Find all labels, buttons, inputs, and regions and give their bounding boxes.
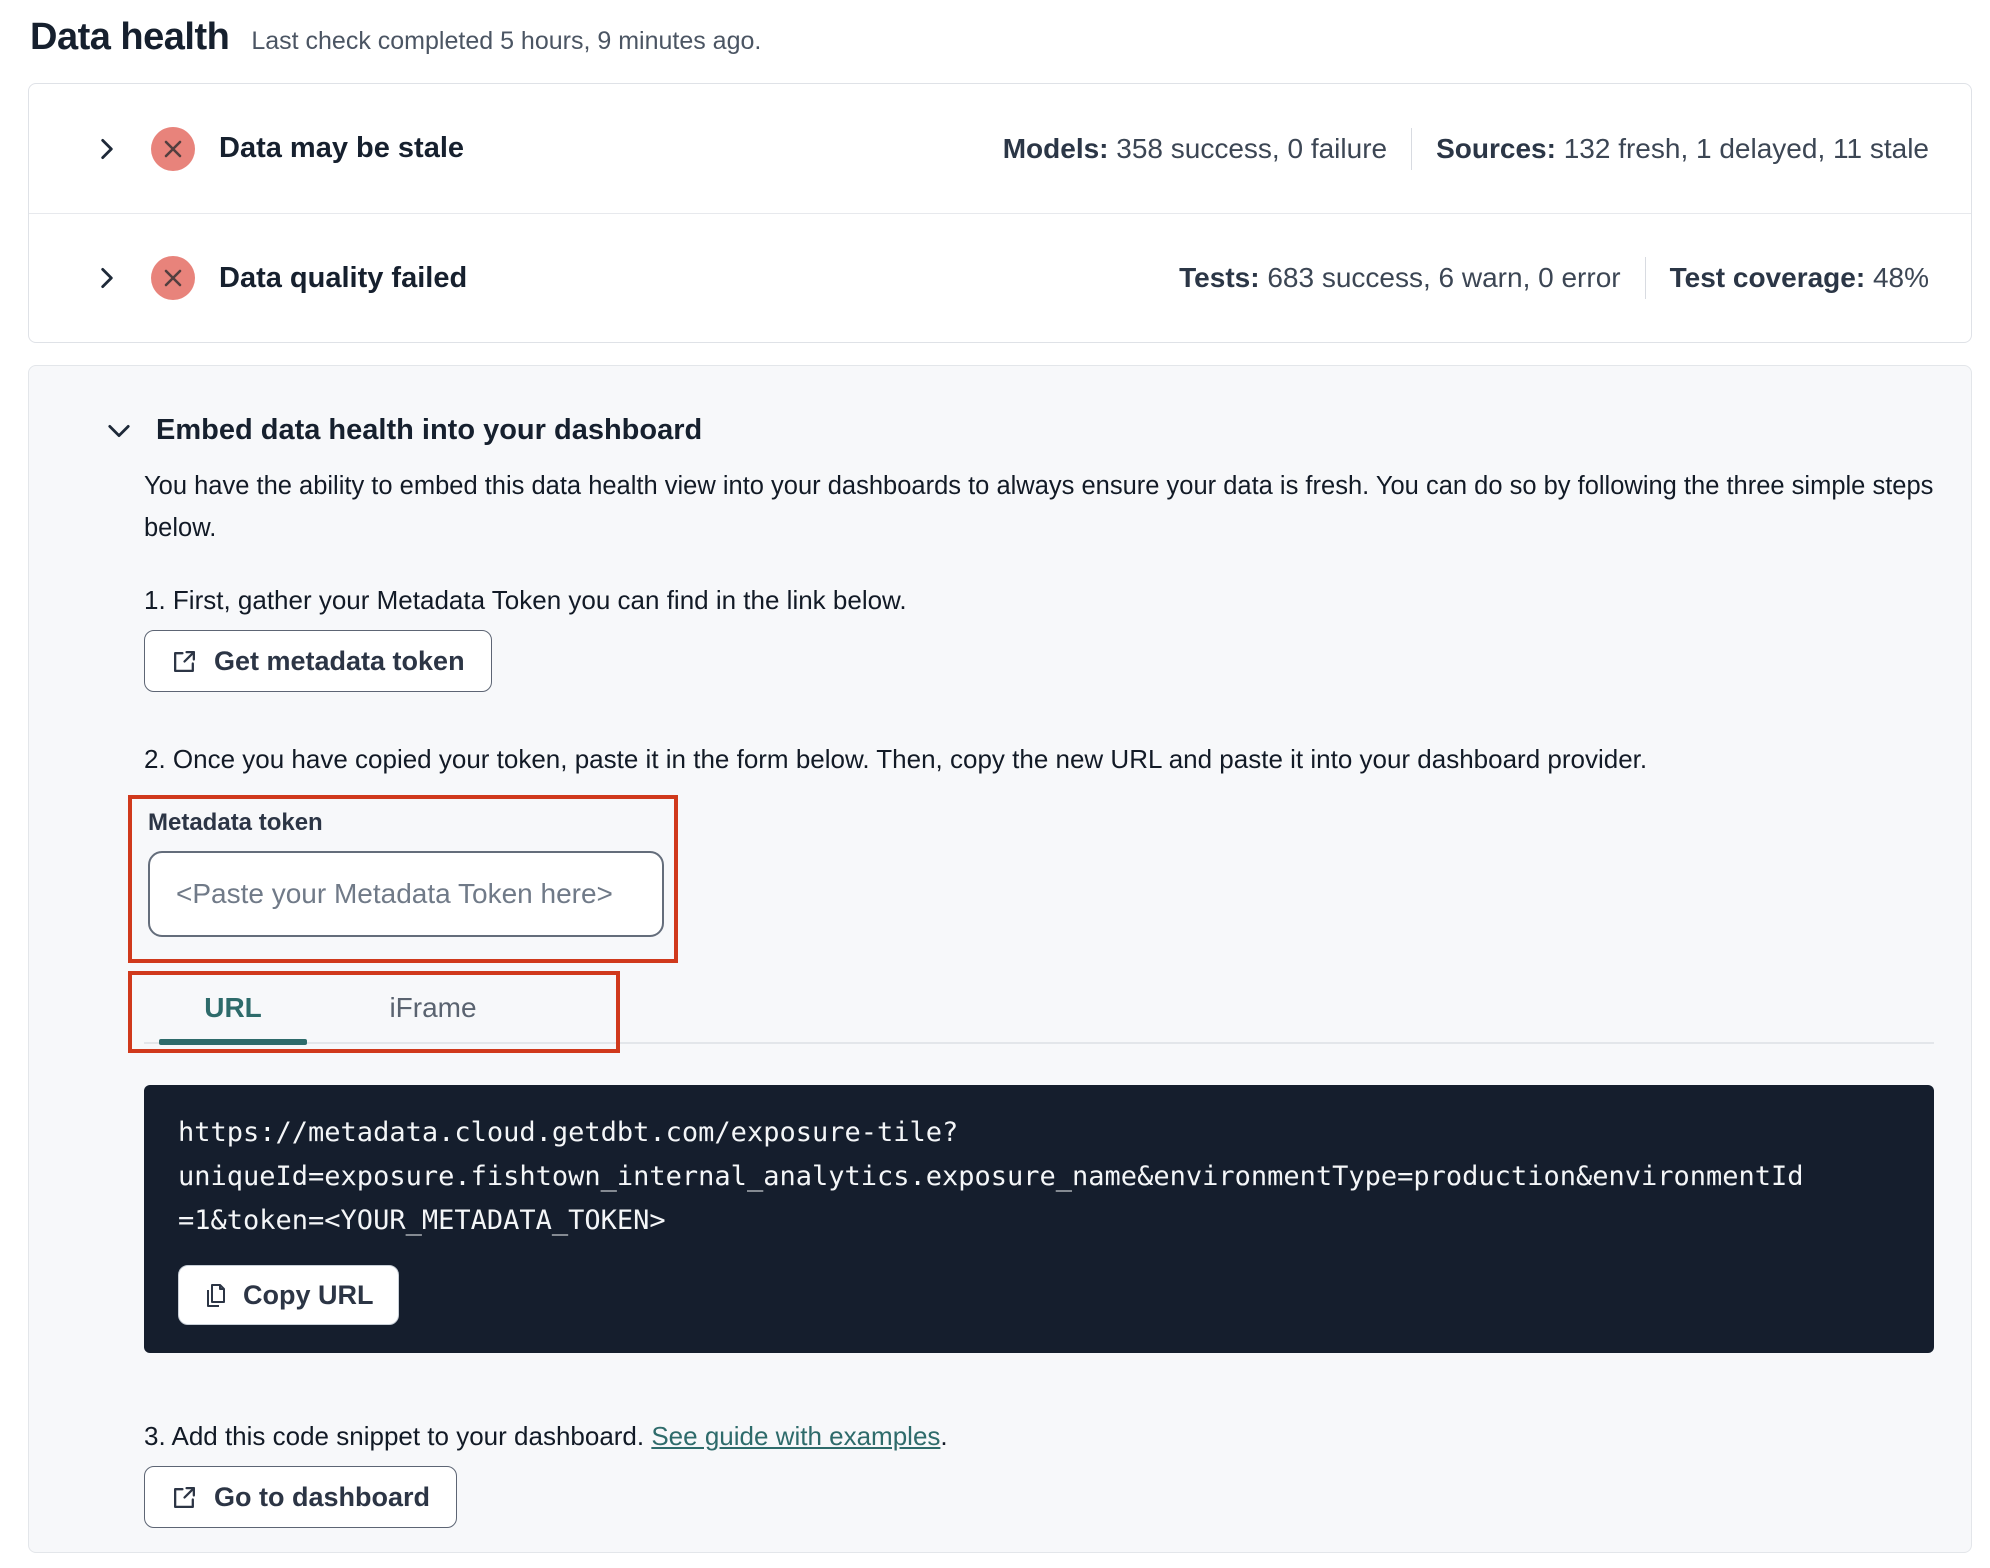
page-title: Data health (30, 16, 230, 58)
step3-text: 3. Add this code snippet to your dashboa… (144, 1421, 1933, 1452)
sources-stat-value: 132 fresh, 1 delayed, 11 stale (1563, 132, 1929, 164)
stats-divider (1644, 257, 1646, 299)
status-row-title: Data quality failed (219, 261, 468, 294)
tests-stat-value: 683 success, 6 warn, 0 error (1267, 262, 1621, 293)
step2-text: 2. Once you have copied your token, past… (144, 744, 1648, 774)
coverage-stat-value: 48% (1872, 262, 1929, 293)
chevron-right-icon (93, 264, 121, 292)
sources-stat-label: Sources: (1436, 132, 1556, 164)
step3-prefix: 3. Add this code snippet to your dashboa… (144, 1421, 652, 1451)
step1-text: 1. First, gather your Metadata Token you… (144, 585, 907, 615)
guide-examples-link[interactable]: See guide with examples (651, 1421, 940, 1451)
coverage-stat-label: Test coverage: (1669, 262, 1866, 293)
status-row-stats: Tests: 683 success, 6 warn, 0 error Test… (1179, 257, 1929, 299)
go-to-dashboard-label: Go to dashboard (214, 1481, 430, 1512)
page-header: Data health Last check completed 5 hours… (0, 0, 1990, 59)
models-stat-value: 358 success, 0 failure (1116, 132, 1388, 164)
embed-url-line: uniqueId=exposure.fishtown_internal_anal… (178, 1161, 1804, 1192)
get-metadata-token-label: Get metadata token (214, 645, 465, 676)
annotation-box-token: Metadata token (128, 795, 678, 963)
tab-url[interactable]: URL (159, 971, 307, 1045)
status-card: Data may be stale Models: 358 success, 0… (28, 83, 1972, 343)
status-row-quality: Data quality failed Tests: 683 success, … (29, 213, 1971, 342)
status-row-title: Data may be stale (219, 132, 465, 164)
embed-section-title: Embed data health into your dashboard (156, 414, 703, 446)
tab-iframe[interactable]: iFrame (359, 971, 507, 1044)
chevron-down-icon (104, 416, 134, 446)
last-check-status: Last check completed 5 hours, 9 minutes … (251, 27, 762, 55)
external-link-icon (171, 1484, 198, 1511)
copy-url-button[interactable]: Copy URL (178, 1265, 399, 1325)
models-stat-label: Models: (1002, 132, 1109, 164)
step3-suffix: . (940, 1421, 948, 1451)
go-to-dashboard-button[interactable]: Go to dashboard (144, 1466, 457, 1528)
error-x-circle-icon (151, 256, 195, 300)
expand-stale-button[interactable] (89, 131, 125, 167)
embed-url-line: https://metadata.cloud.getdbt.com/exposu… (178, 1117, 959, 1148)
embed-description: You have the ability to embed this data … (144, 472, 1934, 542)
metadata-token-label: Metadata token (148, 809, 323, 836)
coverage-stat: Test coverage: 48% (1670, 262, 1929, 294)
embed-url-line: =1&token=<YOUR_METADATA_TOKEN> (178, 1205, 666, 1236)
expand-quality-button[interactable] (89, 260, 125, 296)
copy-url-label: Copy URL (243, 1279, 374, 1310)
models-stat: Models: 358 success, 0 failure (1003, 133, 1387, 165)
chevron-right-icon (93, 135, 121, 163)
copy-icon (203, 1282, 229, 1308)
status-row-stale: Data may be stale Models: 358 success, 0… (29, 84, 1971, 213)
embed-section-header[interactable]: Embed data health into your dashboard (104, 414, 1933, 447)
error-x-circle-icon (151, 126, 195, 171)
get-metadata-token-button[interactable]: Get metadata token (144, 630, 492, 692)
metadata-token-input[interactable] (148, 851, 664, 937)
external-link-icon (171, 648, 198, 675)
output-format-tabs: URL iFrame (128, 971, 1934, 1053)
embed-url-code-block: https://metadata.cloud.getdbt.com/exposu… (144, 1085, 1934, 1353)
stats-divider (1411, 127, 1413, 170)
embed-section-card: Embed data health into your dashboard Yo… (28, 365, 1972, 1553)
status-row-stats: Models: 358 success, 0 failure Sources: … (1003, 127, 1929, 170)
tests-stat: Tests: 683 success, 6 warn, 0 error (1179, 262, 1620, 294)
tests-stat-label: Tests: (1179, 262, 1260, 293)
sources-stat: Sources: 132 fresh, 1 delayed, 11 stale (1436, 133, 1929, 165)
